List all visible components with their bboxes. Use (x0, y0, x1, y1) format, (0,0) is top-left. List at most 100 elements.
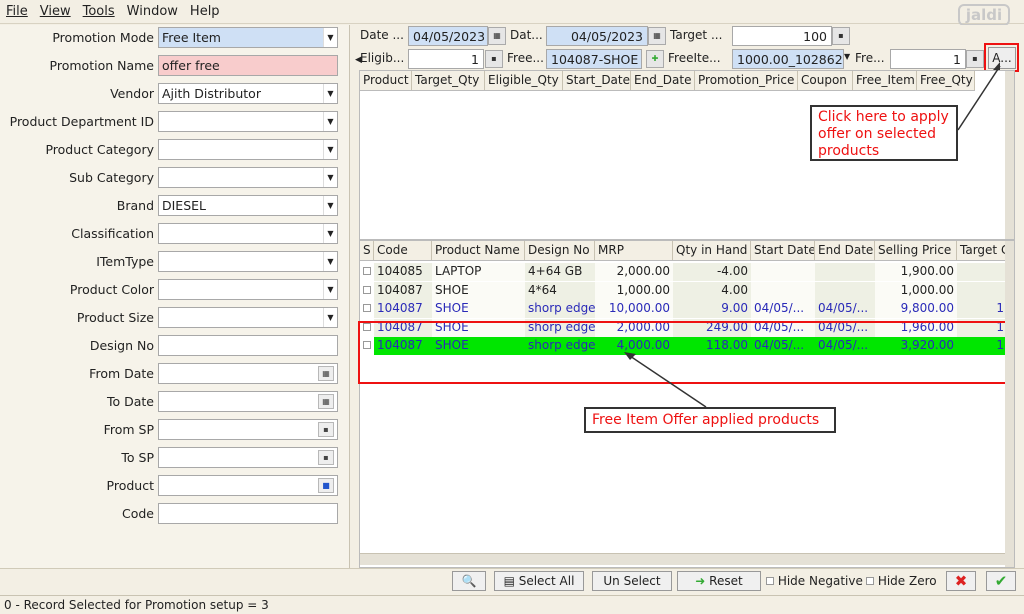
field-row-from-sp: From SP ▪ (0, 419, 350, 441)
product-col-header[interactable]: Design No (525, 241, 595, 260)
code-label: Code (121, 506, 154, 521)
calculator-icon[interactable]: ▪ (832, 27, 850, 45)
table-row[interactable]: 104087 SHOE shorp edge 10,000.00 9.00 04/05/.… (360, 300, 1007, 318)
itemtype-input[interactable]: ▼ (158, 251, 338, 272)
chevron-down-icon[interactable]: ▼ (323, 112, 337, 131)
product-col-header[interactable]: Start Date (751, 241, 815, 260)
menu-file[interactable]: File (6, 4, 28, 19)
field-row-itemtype: ITemType ▼ (0, 251, 350, 273)
lookup-icon[interactable]: ✚ (646, 50, 664, 68)
promo-col-header[interactable]: End_Date (631, 71, 695, 90)
promotion-grid-scrollbar[interactable] (1005, 71, 1014, 239)
chevron-down-icon[interactable]: ▼ (323, 224, 337, 243)
chevron-down-icon[interactable]: ▼ (323, 308, 337, 327)
promo-col-header[interactable]: Free_Qty (917, 71, 975, 90)
filter-panel: Promotion Mode Free Item ▼ Promotion Name of… (0, 25, 350, 568)
free-product-input[interactable]: 104087-SHOE (546, 49, 642, 69)
to-sp-input[interactable]: ▪ (158, 447, 338, 468)
promo-col-header[interactable]: Eligible_Qty (485, 71, 563, 90)
to-date-input[interactable]: ▦ (158, 391, 338, 412)
promotion-name-label: Promotion Name (49, 58, 154, 73)
promo-col-header[interactable]: Target_Qty (412, 71, 485, 90)
calculator-icon[interactable]: ▪ (318, 450, 334, 465)
chevron-down-icon[interactable]: ▼ (323, 168, 337, 187)
product-col-header[interactable]: End Date (815, 241, 875, 260)
hide-negative-checkbox[interactable]: Hide Negative (766, 574, 863, 588)
row-select-cell[interactable] (360, 300, 374, 318)
menu-view[interactable]: View (40, 4, 71, 19)
design-no-input[interactable] (158, 335, 338, 356)
product-department-id-label: Product Department ID (9, 114, 154, 129)
row-select-cell[interactable] (360, 263, 374, 281)
chevron-down-icon[interactable]: ▼ (323, 196, 337, 215)
chevron-down-icon[interactable]: ▼ (323, 140, 337, 159)
calculator-icon[interactable]: ▪ (318, 422, 334, 437)
target-qty-input[interactable]: 100 (732, 26, 832, 46)
product-grid-hscrollbar[interactable] (360, 553, 1006, 565)
cell-sp: 1,900.00 (875, 263, 957, 281)
chevron-down-icon[interactable]: ▼ (323, 252, 337, 271)
eligible-qty-input[interactable]: 1 (408, 49, 484, 69)
promo-col-header[interactable]: Coupon (798, 71, 853, 90)
code-input[interactable] (158, 503, 338, 524)
hide-zero-checkbox[interactable]: Hide Zero (866, 574, 937, 588)
un-select-button[interactable]: Un Select (592, 571, 672, 591)
search-button[interactable]: 🔍 (452, 571, 486, 591)
free-qty-input[interactable]: 1 (890, 49, 966, 69)
calendar-icon[interactable]: ▦ (318, 394, 334, 409)
calculator-icon[interactable]: ▪ (966, 50, 984, 68)
row-select-cell[interactable] (360, 281, 374, 300)
product-category-input[interactable]: ▼ (158, 139, 338, 160)
sub-category-input[interactable]: ▼ (158, 167, 338, 188)
date-to-input[interactable]: 04/05/2023 (546, 26, 648, 46)
product-col-header[interactable]: S (360, 241, 374, 260)
promo-col-header[interactable]: Free_Item (853, 71, 917, 90)
product-col-header[interactable]: MRP (595, 241, 673, 260)
lookup-icon[interactable]: ■ (318, 478, 334, 493)
promo-col-header[interactable]: Product (360, 71, 412, 90)
menu-tools[interactable]: Tools (83, 4, 115, 19)
vendor-input[interactable]: Ajith Distributor ▼ (158, 83, 338, 104)
classification-input[interactable]: ▼ (158, 223, 338, 244)
product-size-input[interactable]: ▼ (158, 307, 338, 328)
product-col-header[interactable]: Selling Price (875, 241, 957, 260)
reset-arrow-icon: ➜ (695, 574, 710, 588)
product-col-header[interactable]: Code (374, 241, 432, 260)
product-color-label: Product Color (69, 282, 154, 297)
promo-col-header[interactable]: Start_Date (563, 71, 631, 90)
reset-button[interactable]: ➜ Reset (677, 571, 761, 591)
menu-window[interactable]: Window (127, 4, 178, 19)
calendar-icon[interactable]: ▦ (648, 27, 666, 45)
calculator-icon[interactable]: ▪ (485, 50, 503, 68)
product-department-id-input[interactable]: ▼ (158, 111, 338, 132)
product-grid-vscrollbar[interactable] (1005, 241, 1014, 567)
product-input[interactable]: ■ (158, 475, 338, 496)
cancel-button[interactable]: ✖ (946, 571, 976, 591)
promo-col-header[interactable]: Promotion_Price (695, 71, 798, 90)
ok-button[interactable]: ✔ (986, 571, 1016, 591)
chevron-down-icon[interactable]: ▼ (323, 280, 337, 299)
promotion-mode-input[interactable]: Free Item ▼ (158, 27, 338, 48)
product-col-header[interactable]: Product Name (432, 241, 525, 260)
calendar-icon[interactable]: ▦ (488, 27, 506, 45)
chevron-down-icon[interactable]: ▼ (323, 28, 337, 47)
chevron-down-icon[interactable]: ▼ (323, 84, 337, 103)
select-all-button[interactable]: ▤ Select All (494, 571, 584, 591)
splitter-arrow-icon[interactable]: ◀ (355, 55, 362, 65)
brand-input[interactable]: DIESEL ▼ (158, 195, 338, 216)
field-row-product-department-id: Product Department ID ▼ (0, 111, 350, 133)
table-row[interactable]: 104085 LAPTOP 4+64 GB 2,000.00 -4.00 1,900.00 (360, 263, 1007, 281)
chevron-down-icon[interactable]: ▼ (844, 52, 850, 61)
calendar-icon[interactable]: ▦ (318, 366, 334, 381)
from-sp-input[interactable]: ▪ (158, 419, 338, 440)
menu-help[interactable]: Help (190, 4, 220, 19)
table-row[interactable]: 104087 SHOE 4*64 1,000.00 4.00 1,000.00 (360, 281, 1007, 300)
date-from-input[interactable]: 04/05/2023 (408, 26, 488, 46)
from-date-input[interactable]: ▦ (158, 363, 338, 384)
product-color-input[interactable]: ▼ (158, 279, 338, 300)
free-item-select[interactable]: 1000.00_102862 (732, 49, 844, 69)
product-col-header[interactable]: Qty in Hand (673, 241, 751, 260)
product-col-header[interactable]: Target C (957, 241, 1007, 260)
promotion-name-input[interactable]: offer free (158, 55, 338, 76)
classification-label: Classification (71, 226, 154, 241)
